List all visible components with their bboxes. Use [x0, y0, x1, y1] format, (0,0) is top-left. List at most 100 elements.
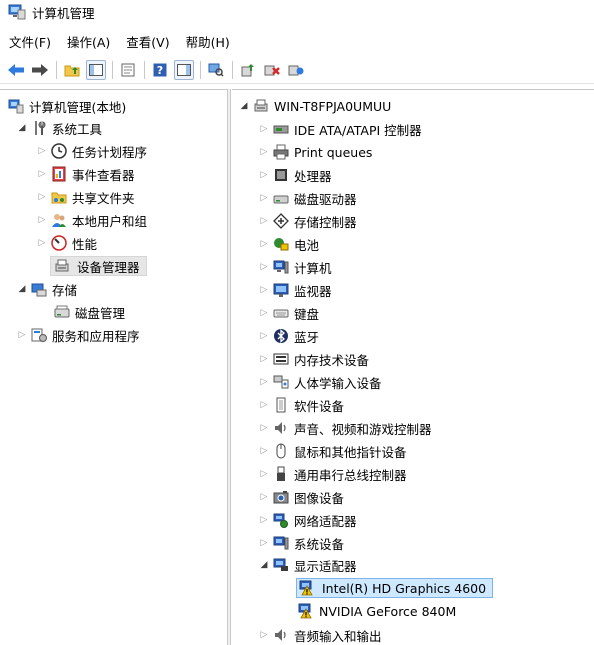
tree-item-computer-management[interactable]: 计算机管理(本地) — [8, 96, 126, 116]
tree-label: 系统工具 — [52, 121, 103, 137]
expand-arrow-icon[interactable]: ▷ — [258, 307, 270, 319]
device-category[interactable]: ▷ 通用串行总线控制器 — [258, 464, 407, 484]
tree-item-services-apps[interactable]: ▷ 服务和应用程序 — [16, 325, 140, 345]
expand-arrow-icon[interactable]: ▷ — [36, 237, 48, 249]
menu-file[interactable]: 文件(F) — [9, 32, 51, 51]
forward-icon[interactable] — [30, 60, 50, 80]
device-tree-root[interactable]: ◢ WIN-T8FPJA0UMUU — [238, 96, 392, 116]
tools-icon — [31, 120, 47, 136]
display-adapter-icon — [273, 557, 289, 573]
tree-item-event-viewer[interactable]: ▷ 事件查看器 — [36, 164, 135, 184]
device-label: NVIDIA GeForce 840M — [319, 603, 457, 619]
device-category[interactable]: ▷ 内存技术设备 — [258, 349, 369, 369]
collapse-arrow-icon[interactable]: ◢ — [258, 559, 270, 571]
menu-action[interactable]: 操作(A) — [67, 32, 110, 51]
show-hide-tree-icon[interactable] — [86, 59, 106, 80]
expand-arrow-icon[interactable]: ▷ — [258, 238, 270, 250]
expand-arrow-icon[interactable]: ▷ — [36, 145, 48, 157]
expand-arrow-icon[interactable]: ▷ — [258, 445, 270, 457]
expand-arrow-icon[interactable]: ▷ — [258, 376, 270, 388]
expand-arrow-icon[interactable]: ▷ — [258, 353, 270, 365]
device-category[interactable]: ▷ 磁盘驱动器 — [258, 188, 357, 208]
up-folder-icon[interactable] — [62, 60, 82, 80]
expand-arrow-icon[interactable]: ▷ — [258, 537, 270, 549]
category-label: 存储控制器 — [294, 214, 357, 230]
expand-arrow-icon[interactable]: ▷ — [36, 191, 48, 203]
device-item-intel-graphics[interactable]: Intel(R) HD Graphics 4600 — [296, 578, 494, 598]
update-driver-icon[interactable] — [238, 60, 258, 80]
toolbar-separator — [112, 60, 113, 79]
pane-splitter[interactable] — [228, 89, 231, 645]
category-label: 网络适配器 — [294, 513, 357, 529]
device-category[interactable]: ▷ 计算机 — [258, 257, 332, 277]
tree-item-device-manager[interactable]: 设备管理器 — [50, 256, 147, 276]
expand-arrow-icon[interactable]: ▷ — [258, 629, 270, 641]
camera-icon — [273, 489, 289, 505]
tree-item-system-tools[interactable]: ◢ 系统工具 — [16, 118, 102, 138]
category-label: IDE ATA/ATAPI 控制器 — [294, 122, 422, 138]
tree-item-local-users[interactable]: ▷ 本地用户和组 — [36, 210, 147, 230]
toolbar-separator — [232, 60, 233, 79]
expand-arrow-icon[interactable]: ▷ — [36, 214, 48, 226]
expand-arrow-icon[interactable]: ▷ — [16, 329, 28, 341]
device-category[interactable]: ▷ 蓝牙 — [258, 326, 319, 346]
uninstall-device-icon[interactable] — [262, 60, 282, 80]
battery-icon — [273, 236, 289, 252]
help-icon[interactable]: ? — [150, 60, 170, 80]
expand-arrow-icon[interactable]: ▷ — [258, 491, 270, 503]
properties-icon[interactable] — [118, 60, 138, 80]
scan-hardware-icon[interactable] — [206, 60, 226, 80]
expand-arrow-icon[interactable]: ▷ — [36, 168, 48, 180]
expand-arrow-icon[interactable]: ▷ — [258, 146, 270, 158]
tree-label: 服务和应用程序 — [52, 328, 140, 344]
expand-arrow-icon[interactable]: ▷ — [258, 192, 270, 204]
device-category[interactable]: ▷ 软件设备 — [258, 395, 344, 415]
expand-arrow-icon[interactable]: ▷ — [258, 399, 270, 411]
processor-icon — [273, 167, 289, 183]
expand-arrow-icon[interactable]: ▷ — [258, 284, 270, 296]
device-category[interactable]: ▷ 鼠标和其他指针设备 — [258, 441, 407, 461]
expand-arrow-icon[interactable]: ▷ — [258, 123, 270, 135]
device-category[interactable]: ▷ 处理器 — [258, 165, 332, 185]
collapse-arrow-icon[interactable]: ◢ — [16, 283, 28, 295]
tree-item-shared-folders[interactable]: ▷ 共享文件夹 — [36, 187, 135, 207]
device-category[interactable]: ▷ 系统设备 — [258, 533, 344, 553]
storage-controller-icon — [273, 213, 289, 229]
device-item-nvidia-graphics[interactable]: NVIDIA GeForce 840M — [298, 601, 456, 621]
device-category[interactable]: ▷ 电池 — [258, 234, 319, 254]
speaker-icon — [273, 420, 289, 436]
menu-help[interactable]: 帮助(H) — [186, 32, 230, 51]
expand-arrow-icon[interactable]: ▷ — [258, 468, 270, 480]
category-label: 内存技术设备 — [294, 352, 370, 368]
toolbar-separator — [200, 60, 201, 79]
device-category-audio-io[interactable]: ▷ 音频输入和输出 — [258, 625, 382, 645]
expand-arrow-icon[interactable]: ▷ — [258, 422, 270, 434]
menu-view[interactable]: 查看(V) — [126, 32, 169, 51]
device-category[interactable]: ▷ 声音、视频和游戏控制器 — [258, 418, 432, 438]
collapse-arrow-icon[interactable]: ◢ — [16, 122, 28, 134]
expand-arrow-icon[interactable]: ▷ — [258, 261, 270, 273]
device-category[interactable]: ▷ 键盘 — [258, 303, 319, 323]
tree-item-storage[interactable]: ◢ 存储 — [16, 279, 77, 299]
collapse-arrow-icon[interactable]: ◢ — [238, 100, 250, 112]
expand-arrow-icon[interactable]: ▷ — [258, 215, 270, 227]
back-icon[interactable] — [6, 60, 26, 80]
tree-label: 共享文件夹 — [72, 190, 135, 206]
device-category[interactable]: ▷ Print queues — [258, 142, 372, 162]
tree-item-task-scheduler[interactable]: ▷ 任务计划程序 — [36, 141, 147, 161]
device-category-display-adapters[interactable]: ◢ 显示适配器 — [258, 555, 357, 575]
enable-device-icon[interactable] — [286, 60, 306, 80]
device-category[interactable]: ▷ 存储控制器 — [258, 211, 357, 231]
device-category[interactable]: ▷ 监视器 — [258, 280, 332, 300]
device-label: Intel(R) HD Graphics 4600 — [322, 580, 487, 596]
tree-item-performance[interactable]: ▷ 性能 — [36, 233, 97, 253]
device-category[interactable]: ▷ 人体学输入设备 — [258, 372, 382, 392]
expand-arrow-icon[interactable]: ▷ — [258, 169, 270, 181]
expand-arrow-icon[interactable]: ▷ — [258, 330, 270, 342]
show-action-pane-icon[interactable] — [174, 59, 194, 80]
device-category[interactable]: ▷ 网络适配器 — [258, 510, 357, 530]
device-category[interactable]: ▷ 图像设备 — [258, 487, 344, 507]
tree-item-disk-management[interactable]: 磁盘管理 — [54, 302, 125, 322]
expand-arrow-icon[interactable]: ▷ — [258, 514, 270, 526]
device-category[interactable]: ▷ IDE ATA/ATAPI 控制器 — [258, 119, 422, 139]
